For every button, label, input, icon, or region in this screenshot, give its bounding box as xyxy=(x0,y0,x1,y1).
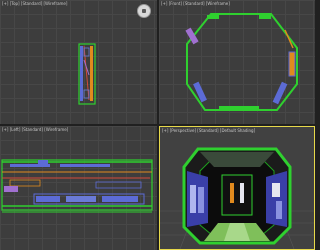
viewport-front[interactable]: [+] [Front] [Standard] [Wireframe] xyxy=(159,0,315,124)
perspective-view-geometry xyxy=(160,147,314,249)
left-view-geometry xyxy=(1,159,153,213)
front-view-geometry xyxy=(185,13,298,111)
viewport-perspective[interactable]: [+] [Perspective] [Standard] [Default Sh… xyxy=(159,126,315,250)
viewport-top[interactable]: [+] [Top] [Standard] [Wireframe] xyxy=(0,0,157,124)
top-view-geometry xyxy=(78,43,96,105)
viewport-left[interactable]: [+] [Left] [Standard] [Wireframe] xyxy=(0,126,157,250)
